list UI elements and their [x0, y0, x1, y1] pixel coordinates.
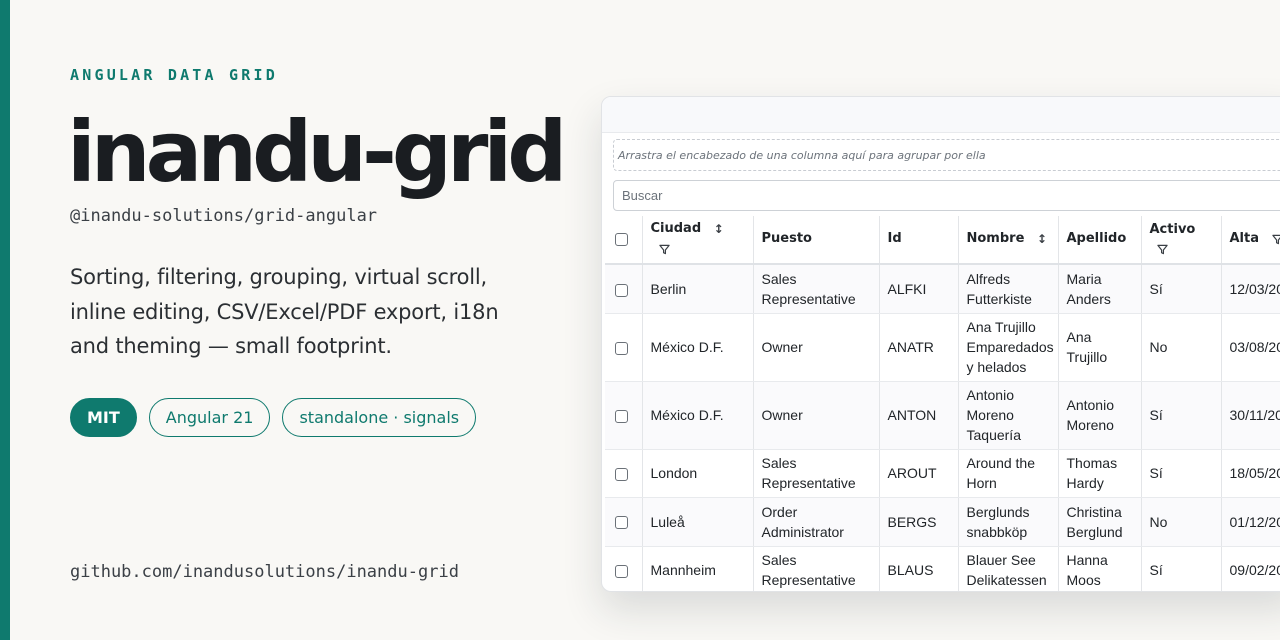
cell-apellido[interactable]: Thomas Hardy: [1058, 449, 1142, 498]
cell-nombre[interactable]: Ana Trujillo Emparedados y helados: [958, 313, 1059, 382]
cell-id[interactable]: BLAUS: [879, 546, 959, 591]
features-badge: standalone · signals: [282, 398, 477, 437]
cell-activo[interactable]: Sí: [1141, 449, 1222, 498]
row-checkbox[interactable]: [615, 467, 628, 481]
cell-puesto[interactable]: Owner: [753, 313, 880, 382]
table-row[interactable]: México D.F. Owner ANATR Ana Trujillo Emp…: [605, 313, 1280, 382]
package-name: @inandu-solutions/grid-angular: [70, 206, 378, 226]
column-header-ciudad[interactable]: Ciudad ↕: [642, 216, 754, 265]
cell-alta[interactable]: 12/03/20: [1221, 264, 1280, 314]
column-header-puesto[interactable]: Puesto: [753, 216, 880, 265]
license-badge: MIT: [70, 398, 137, 437]
cell-activo[interactable]: No: [1141, 497, 1222, 547]
row-checkbox[interactable]: [615, 283, 628, 297]
cell-ciudad[interactable]: London: [642, 449, 754, 498]
row-checkbox[interactable]: [615, 516, 628, 530]
cell-activo[interactable]: No: [1141, 313, 1222, 382]
cell-id[interactable]: ALFKI: [879, 264, 959, 314]
cell-alta[interactable]: 09/02/20: [1221, 546, 1280, 591]
column-header-alta[interactable]: Alta: [1221, 216, 1280, 265]
row-checkbox[interactable]: [615, 409, 628, 423]
grid-preview: Arrastra el encabezado de una columna aq…: [601, 96, 1280, 592]
column-header-apellido[interactable]: Apellido: [1058, 216, 1142, 265]
column-header-activo[interactable]: Activo: [1141, 216, 1222, 265]
cell-nombre[interactable]: Berglunds snabbköp: [958, 497, 1059, 547]
select-all-cell: [605, 216, 643, 265]
cell-alta[interactable]: 18/05/20: [1221, 449, 1280, 498]
data-grid: Ciudad ↕ Puesto Id Nombre ↕ Apellido Act…: [605, 216, 1280, 591]
cell-puesto[interactable]: Sales Representative: [753, 264, 880, 314]
cell-apellido[interactable]: Maria Anders: [1058, 264, 1142, 314]
cell-puesto[interactable]: Sales Representative: [753, 449, 880, 498]
table-row[interactable]: México D.F. Owner ANTON Antonio Moreno T…: [605, 381, 1280, 450]
column-label: Apellido: [1066, 231, 1127, 247]
column-label: Puesto: [761, 231, 812, 247]
filter-icon[interactable]: [1156, 244, 1168, 255]
row-checkbox[interactable]: [615, 564, 628, 578]
cell-id[interactable]: AROUT: [879, 449, 959, 498]
filter-icon[interactable]: [658, 244, 670, 255]
column-label: Activo: [1149, 221, 1196, 237]
cell-ciudad[interactable]: Mannheim: [642, 546, 754, 591]
grid-toolbar: [602, 97, 1280, 133]
description: Sorting, filtering, grouping, virtual sc…: [70, 265, 499, 358]
cell-activo[interactable]: Sí: [1141, 264, 1222, 314]
cell-ciudad[interactable]: Berlin: [642, 264, 754, 314]
angular-version-badge: Angular 21: [148, 398, 271, 437]
cell-activo[interactable]: Sí: [1141, 381, 1222, 450]
row-select-cell: [605, 381, 643, 450]
cell-apellido[interactable]: Ana Trujillo: [1058, 313, 1142, 382]
cell-puesto[interactable]: Order Administrator: [753, 497, 880, 547]
eyebrow: ANGULAR DATA GRID: [70, 66, 278, 84]
repo-link[interactable]: github.com/inandusolutions/inandu-grid: [70, 562, 459, 582]
cell-alta[interactable]: 01/12/20: [1221, 497, 1280, 547]
table-row[interactable]: Berlin Sales Representative ALFKI Alfred…: [605, 264, 1280, 314]
column-header-nombre[interactable]: Nombre ↕: [958, 216, 1059, 265]
table-row[interactable]: Luleå Order Administrator BERGS Berglund…: [605, 497, 1280, 547]
row-select-cell: [605, 313, 643, 382]
row-select-cell: [605, 546, 643, 591]
column-header-id[interactable]: Id: [879, 216, 959, 265]
cell-apellido[interactable]: Christina Berglund: [1058, 497, 1142, 547]
cell-nombre[interactable]: Antonio Moreno Taquería: [958, 381, 1059, 450]
cell-alta[interactable]: 03/08/20: [1221, 313, 1280, 382]
cell-id[interactable]: ANTON: [879, 381, 959, 450]
sort-icon[interactable]: ↕: [714, 219, 724, 239]
cell-id[interactable]: ANATR: [879, 313, 959, 382]
column-label: Alta: [1229, 231, 1260, 247]
sort-icon[interactable]: ↕: [1037, 229, 1047, 249]
row-select-cell: [605, 497, 643, 547]
cell-apellido[interactable]: Hanna Moos: [1058, 546, 1142, 591]
column-label: Nombre: [966, 231, 1025, 247]
cell-nombre[interactable]: Around the Horn: [958, 449, 1059, 498]
row-select-cell: [605, 264, 643, 314]
row-checkbox[interactable]: [615, 341, 628, 355]
header-row: Ciudad ↕ Puesto Id Nombre ↕ Apellido Act…: [605, 216, 1280, 265]
cell-ciudad[interactable]: Luleå: [642, 497, 754, 547]
cell-ciudad[interactable]: México D.F.: [642, 381, 754, 450]
filter-icon[interactable]: [1271, 234, 1280, 245]
cell-puesto[interactable]: Owner: [753, 381, 880, 450]
cell-puesto[interactable]: Sales Representative: [753, 546, 880, 591]
cell-nombre[interactable]: Alfreds Futterkiste: [958, 264, 1059, 314]
search-input[interactable]: [613, 180, 1280, 211]
badge-list: MIT Angular 21 standalone · signals: [70, 398, 477, 437]
cell-apellido[interactable]: Antonio Moreno: [1058, 381, 1142, 450]
column-label: Id: [887, 231, 902, 247]
column-label: Ciudad: [650, 221, 702, 237]
row-select-cell: [605, 449, 643, 498]
cell-nombre[interactable]: Blauer See Delikatessen: [958, 546, 1059, 591]
table-row[interactable]: Mannheim Sales Representative BLAUS Blau…: [605, 546, 1280, 591]
page-title: inandu-grid: [67, 103, 567, 201]
cell-activo[interactable]: Sí: [1141, 546, 1222, 591]
cell-ciudad[interactable]: México D.F.: [642, 313, 754, 382]
table-row[interactable]: London Sales Representative AROUT Around…: [605, 449, 1280, 498]
accent-bar: [0, 0, 10, 640]
select-all-checkbox[interactable]: [615, 232, 628, 246]
cell-id[interactable]: BERGS: [879, 497, 959, 547]
cell-alta[interactable]: 30/11/20: [1221, 381, 1280, 450]
group-drop-zone[interactable]: Arrastra el encabezado de una columna aq…: [613, 139, 1280, 171]
